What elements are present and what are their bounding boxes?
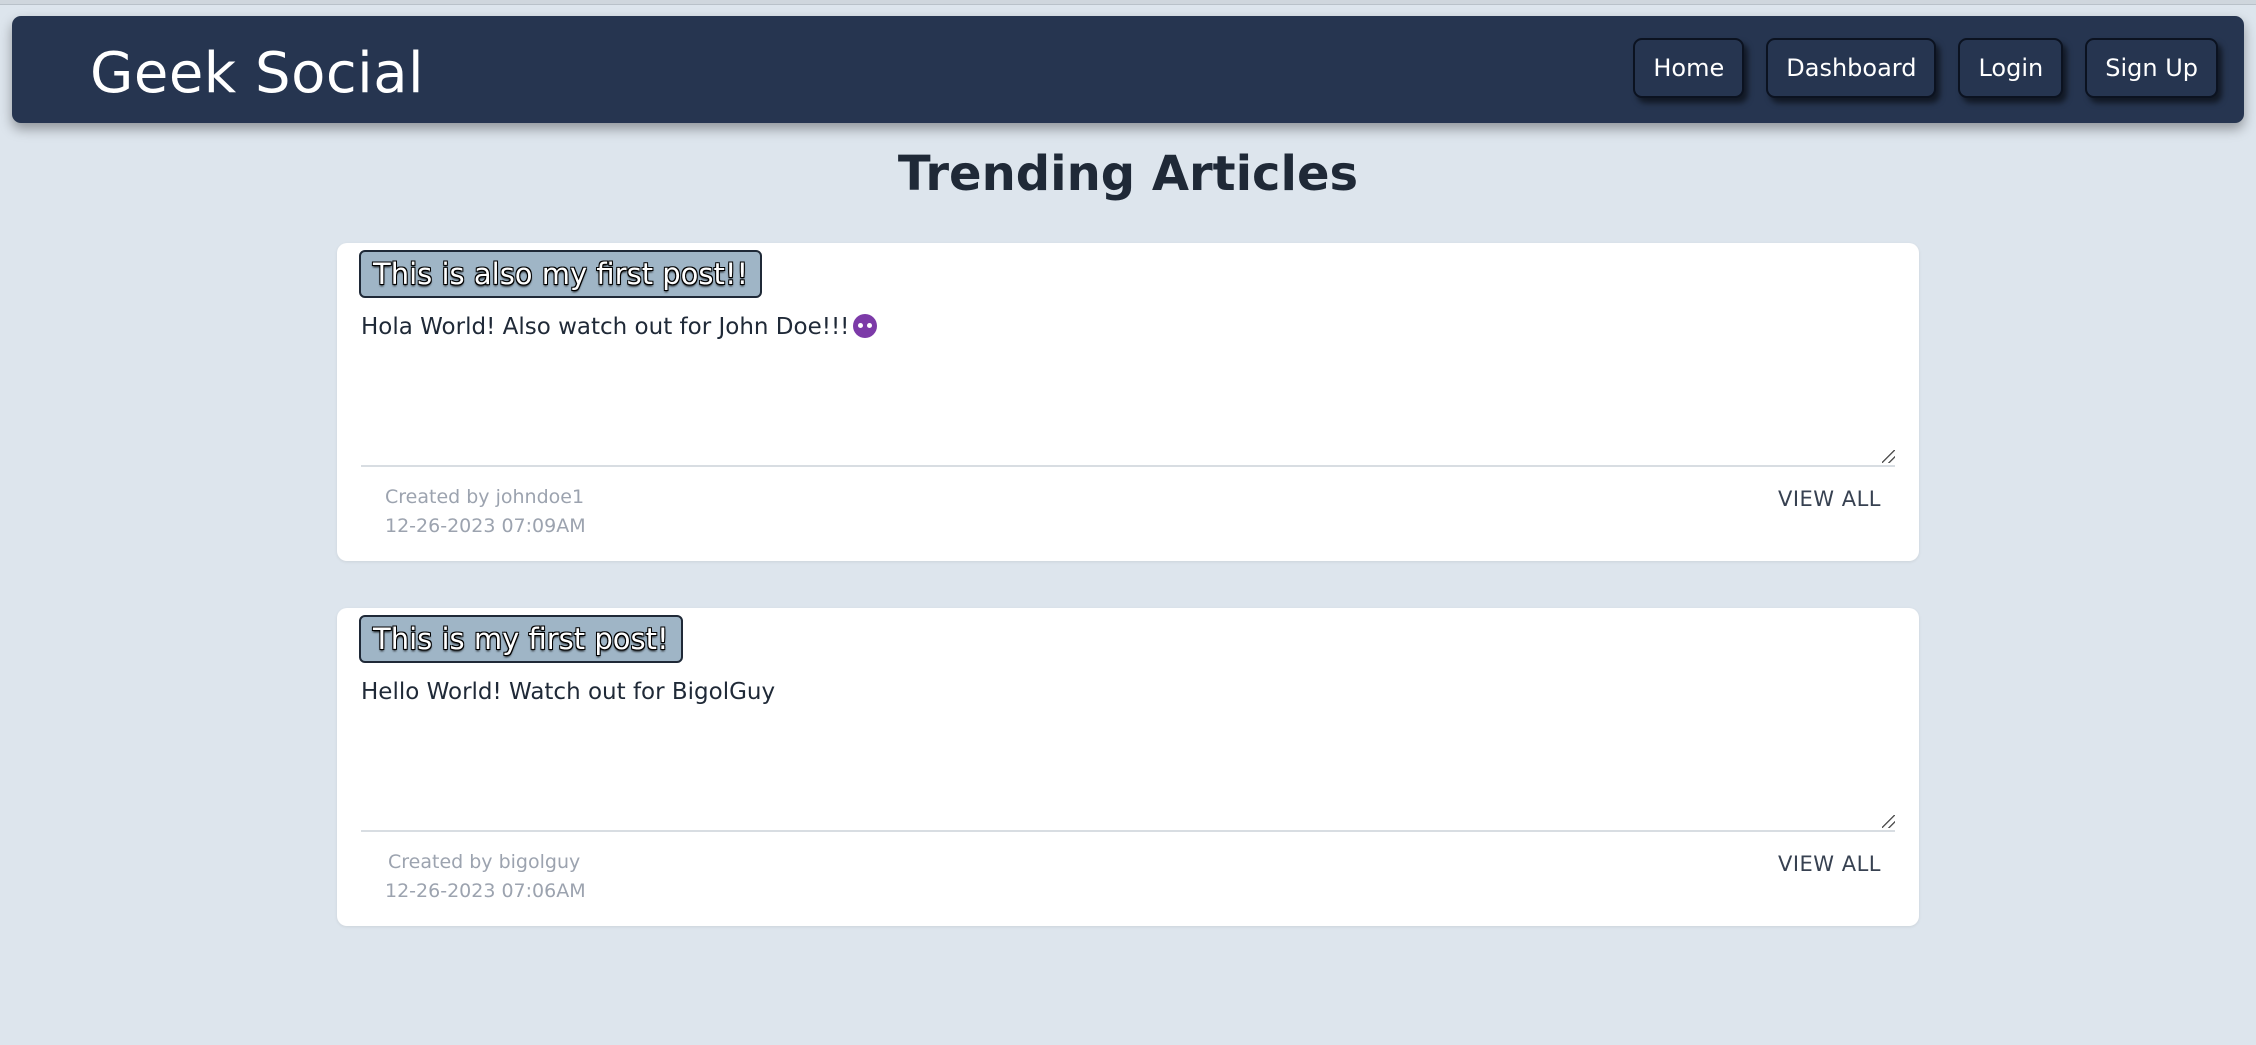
nav-buttons: Home Dashboard Login Sign Up: [1633, 38, 2218, 98]
article-author: Created by johndoe1: [385, 486, 585, 508]
article-date: 12-26-2023 07:06AM: [385, 880, 586, 902]
login-button[interactable]: Login: [1958, 38, 2064, 98]
article-meta: Created by johndoe1 12-26-2023 07:09AM: [385, 483, 586, 541]
site-brand[interactable]: Geek Social: [90, 46, 424, 102]
resize-handle-icon[interactable]: [1882, 450, 1895, 463]
resize-handle-icon[interactable]: [1882, 815, 1895, 828]
navbar: Geek Social Home Dashboard Login Sign Up: [12, 16, 2244, 123]
article-body[interactable]: Hola World! Also watch out for John Doe!…: [361, 313, 1871, 403]
article-title: This is also my first post!!: [359, 250, 763, 298]
article-title: This is my first post!: [359, 615, 683, 663]
browser-top-strip: [0, 0, 2256, 5]
article-body-text: Hola World! Also watch out for John Doe!…: [361, 314, 850, 340]
dashboard-button[interactable]: Dashboard: [1766, 38, 1937, 98]
article-card: This is also my first post!! Hola World!…: [337, 243, 1919, 561]
page-title: Trending Articles: [897, 146, 1359, 202]
card-divider: [361, 465, 1895, 467]
smiling-devil-icon: [853, 314, 878, 338]
article-card: This is my first post! Hello World! Watc…: [337, 608, 1919, 926]
card-divider: [361, 830, 1895, 832]
view-all-button[interactable]: VIEW ALL: [1778, 854, 1881, 875]
article-meta: Created by bigolguy 12-26-2023 07:06AM: [385, 848, 586, 906]
article-body[interactable]: Hello World! Watch out for BigolGuy: [361, 678, 1871, 768]
article-body-text: Hello World! Watch out for BigolGuy: [361, 679, 776, 705]
view-all-button[interactable]: VIEW ALL: [1778, 489, 1881, 510]
sign-up-button[interactable]: Sign Up: [2085, 38, 2218, 98]
article-date: 12-26-2023 07:09AM: [385, 515, 586, 537]
article-author: Created by bigolguy: [388, 851, 581, 873]
home-button[interactable]: Home: [1633, 38, 1745, 98]
